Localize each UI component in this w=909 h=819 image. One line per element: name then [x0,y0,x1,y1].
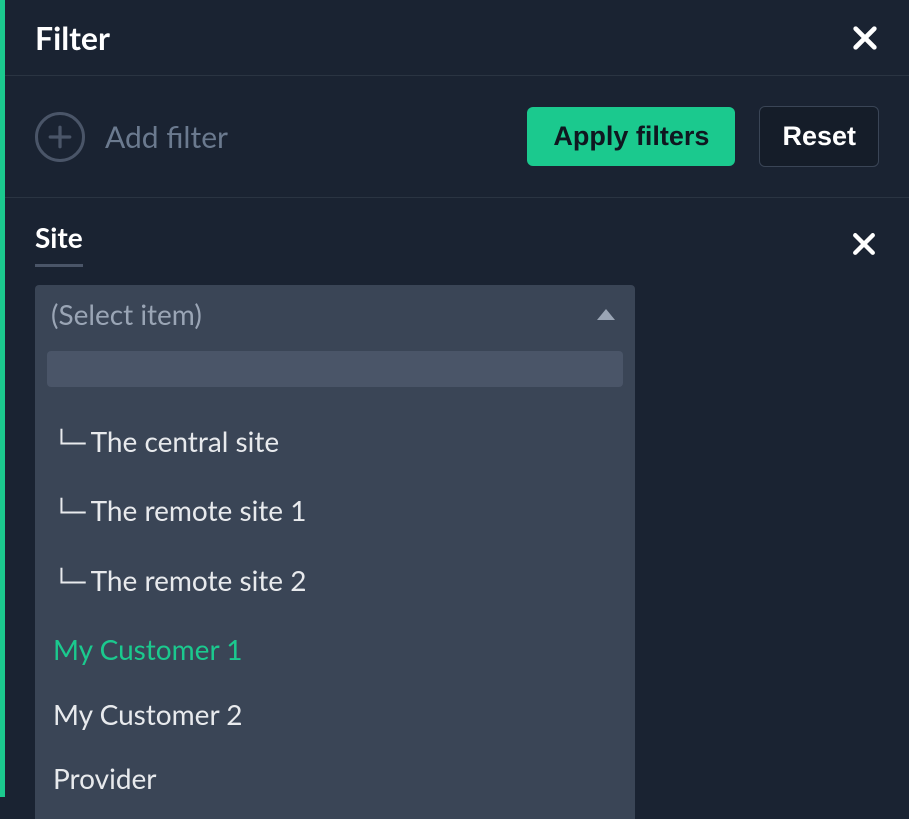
close-icon [849,22,881,54]
dropdown-search-input[interactable] [47,351,623,387]
site-dropdown: (Select item) └─ The central site└─ The … [35,285,635,819]
tree-branch-icon: └─ [53,428,85,464]
plus-circle-icon [35,112,85,162]
add-filter-button[interactable]: Add filter [35,112,527,162]
dropdown-option-label: The remote site 2 [91,563,307,597]
dropdown-option-label: My Customer 2 [53,697,242,731]
caret-up-icon [597,309,615,320]
dropdown-toggle[interactable]: (Select item) [35,285,635,343]
filter-section: Site (Select item) └─ The central site└─… [5,198,909,819]
close-panel-button[interactable] [849,22,881,54]
close-icon [849,229,879,259]
tree-branch-icon: └─ [53,497,85,533]
tree-branch-icon: └─ [53,567,85,603]
panel-header: Filter [5,0,909,76]
remove-filter-button[interactable] [849,229,879,259]
dropdown-option-label: Provider [53,761,156,795]
dropdown-option-label: My Customer 1 [53,632,242,666]
dropdown-option-label: The central site [91,424,280,458]
panel-title: Filter [35,18,110,57]
dropdown-option-label: The remote site 1 [91,493,307,527]
apply-filters-button[interactable]: Apply filters [527,107,735,166]
dropdown-option[interactable]: Provider [35,746,635,810]
dropdown-search-wrap [35,343,635,399]
add-filter-label: Add filter [105,119,228,155]
dropdown-option[interactable]: My Customer 1 [35,617,635,681]
filter-field-label: Site [35,220,83,267]
dropdown-option[interactable]: └─ The remote site 1 [35,478,635,547]
filter-panel: Filter Add filter Apply filters Reset Si… [0,0,909,797]
reset-button[interactable]: Reset [759,106,879,167]
dropdown-list: └─ The central site└─ The remote site 1└… [35,399,635,819]
dropdown-option[interactable]: └─ The central site [35,409,635,478]
filter-header: Site [35,220,879,267]
dropdown-placeholder: (Select item) [51,297,202,331]
dropdown-option[interactable]: └─ The remote site 2 [35,548,635,617]
dropdown-option[interactable]: My Customer 2 [35,682,635,746]
filter-toolbar: Add filter Apply filters Reset [5,76,909,198]
